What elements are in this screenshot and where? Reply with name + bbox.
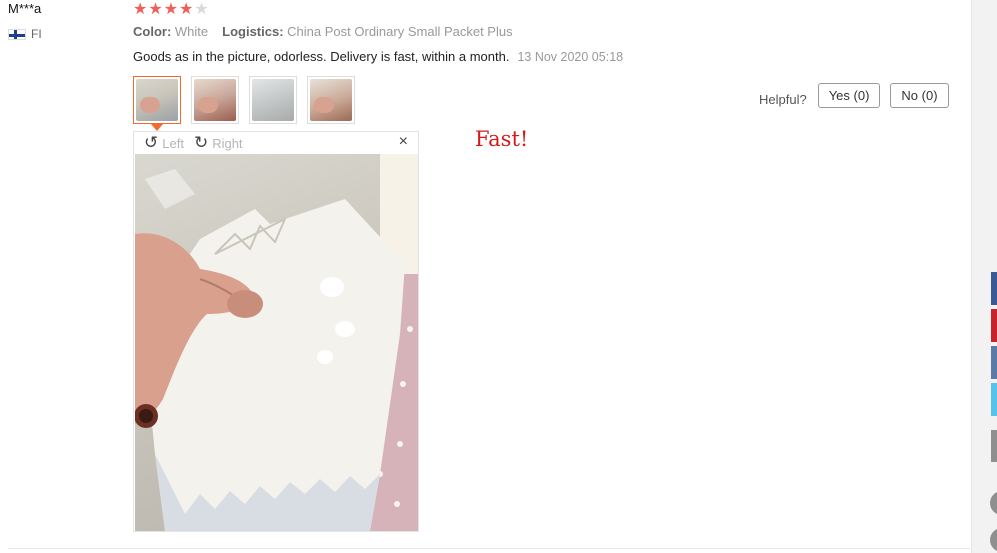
star-filled-icon: ★ xyxy=(179,1,194,18)
photo-thumbnail[interactable] xyxy=(249,76,297,124)
review-text: Goods as in the picture, odorless. Deliv… xyxy=(133,49,510,64)
review-photo xyxy=(135,154,418,531)
photo-thumbnail[interactable] xyxy=(307,76,355,124)
rotate-left-button[interactable]: ↺ Left xyxy=(144,133,184,152)
helpful-label: Helpful? xyxy=(759,92,807,107)
rotate-left-label: Left xyxy=(162,135,184,151)
share-pinterest-tab[interactable] xyxy=(991,309,997,342)
attribute-color: Color: White xyxy=(133,24,208,39)
thumbnail-image xyxy=(310,79,352,121)
rotate-right-icon: ↻ xyxy=(193,133,209,152)
attribute-label: Color: xyxy=(133,24,172,39)
reviewer-country: FI xyxy=(8,27,42,41)
reviewer-name: M***a xyxy=(8,1,42,16)
photo-thumbnail[interactable] xyxy=(133,76,181,131)
review-divider xyxy=(8,548,970,549)
attribute-label: Logistics: xyxy=(222,24,284,39)
attribute-logistics: Logistics: China Post Ordinary Small Pac… xyxy=(222,24,512,39)
attribute-value: China Post Ordinary Small Packet Plus xyxy=(287,24,513,39)
helpful-yes-button[interactable]: Yes (0) xyxy=(817,83,881,108)
rotate-right-label: Right xyxy=(212,135,243,151)
attribute-value: White xyxy=(174,24,209,39)
photo-viewer: ↺ Left ↻ Right × xyxy=(133,131,419,532)
review-photo-illustration xyxy=(135,154,418,531)
star-filled-icon: ★ xyxy=(148,1,163,18)
review-body: Goods as in the picture, odorless. Deliv… xyxy=(133,49,623,64)
rotate-right-button[interactable]: ↻ Right xyxy=(193,133,243,152)
star-rating: ★ ★ ★ ★ ★ xyxy=(133,2,209,18)
share-twitter-tab[interactable] xyxy=(991,383,997,416)
photo-viewer-toolbar: ↺ Left ↻ Right × xyxy=(134,132,418,154)
helpful-no-button[interactable]: No (0) xyxy=(890,83,949,108)
thumbnail-image xyxy=(194,79,236,121)
share-vk-tab[interactable] xyxy=(991,346,997,379)
annotation-text: Fast! xyxy=(475,127,529,151)
share-more-tab[interactable] xyxy=(991,430,997,462)
order-attributes: Color: White Logistics: China Post Ordin… xyxy=(133,24,513,39)
helpful-vote: Helpful? Yes (0) No (0) xyxy=(759,83,949,108)
active-thumbnail-indicator xyxy=(151,124,163,131)
finland-flag-icon xyxy=(8,28,26,40)
country-code: FI xyxy=(31,27,42,41)
close-viewer-icon[interactable]: × xyxy=(399,133,408,151)
review-date: 13 Nov 2020 05:18 xyxy=(517,50,624,64)
thumbnail-image xyxy=(136,79,178,121)
rotate-left-icon: ↺ xyxy=(144,133,159,152)
star-filled-icon: ★ xyxy=(133,1,148,18)
review-photo-thumbnails xyxy=(133,76,355,131)
star-filled-icon: ★ xyxy=(163,1,179,18)
share-facebook-tab[interactable] xyxy=(991,272,997,305)
photo-thumbnail[interactable] xyxy=(191,76,239,124)
thumbnail-image xyxy=(252,79,294,121)
star-empty-icon: ★ xyxy=(194,1,209,18)
